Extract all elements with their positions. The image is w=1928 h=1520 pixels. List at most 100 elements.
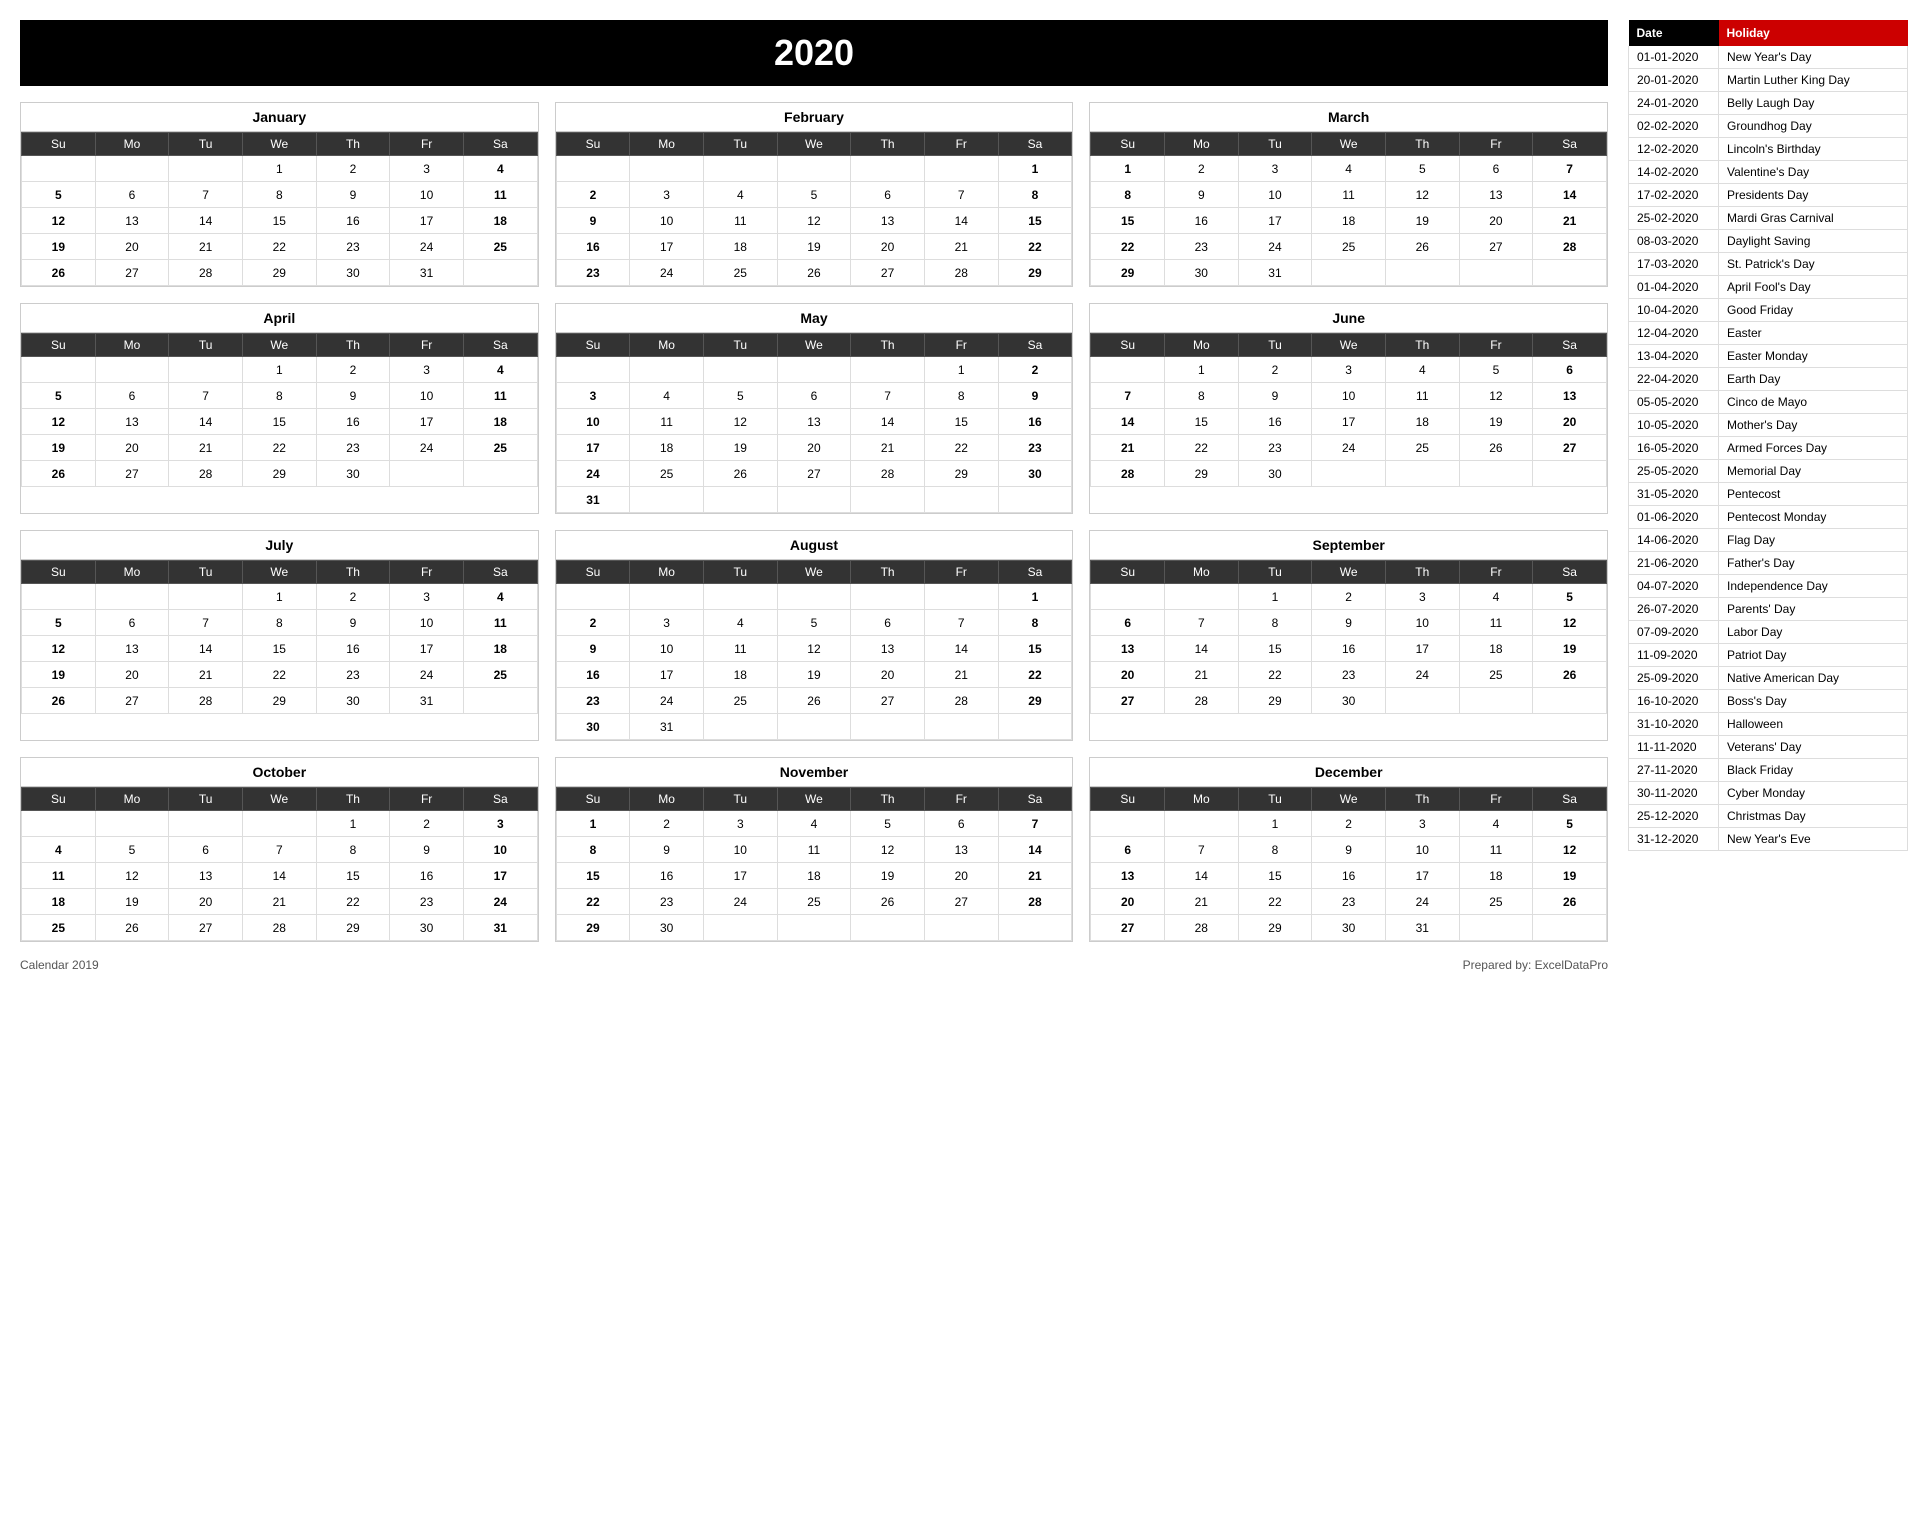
month-name: December bbox=[1090, 758, 1607, 787]
holiday-date: 05-05-2020 bbox=[1629, 391, 1719, 414]
day-header: Mo bbox=[1164, 561, 1238, 584]
day-header: Su bbox=[1091, 788, 1165, 811]
calendar-day: 5 bbox=[22, 383, 96, 409]
day-header: Tu bbox=[169, 788, 243, 811]
holiday-name: Patriot Day bbox=[1719, 644, 1908, 667]
calendar-day bbox=[242, 811, 316, 837]
calendar-day: 13 bbox=[1533, 383, 1607, 409]
calendar-day: 10 bbox=[630, 636, 704, 662]
holiday-row: 31-12-2020New Year's Eve bbox=[1629, 828, 1908, 851]
day-header: Mo bbox=[1164, 334, 1238, 357]
month-name: November bbox=[556, 758, 1073, 787]
day-header: We bbox=[1312, 133, 1386, 156]
calendar-day: 17 bbox=[556, 435, 630, 461]
holiday-row: 05-05-2020Cinco de Mayo bbox=[1629, 391, 1908, 414]
calendar-day bbox=[851, 584, 925, 610]
calendar-day: 24 bbox=[703, 889, 777, 915]
calendar-day: 11 bbox=[463, 182, 537, 208]
calendar-day: 3 bbox=[390, 584, 464, 610]
holiday-date: 31-10-2020 bbox=[1629, 713, 1719, 736]
holiday-date: 02-02-2020 bbox=[1629, 115, 1719, 138]
calendar-day: 6 bbox=[169, 837, 243, 863]
calendar-day: 11 bbox=[463, 383, 537, 409]
day-header: Th bbox=[1385, 561, 1459, 584]
calendar-day: 26 bbox=[1459, 435, 1533, 461]
calendar-day bbox=[1312, 260, 1386, 286]
month-name: August bbox=[556, 531, 1073, 560]
month-table: SuMoTuWeThFrSa12345678910111213141516171… bbox=[21, 787, 538, 941]
calendar-day bbox=[924, 584, 998, 610]
month-block-december: DecemberSuMoTuWeThFrSa123456789101112131… bbox=[1089, 757, 1608, 942]
calendar-day: 7 bbox=[1164, 610, 1238, 636]
day-header: Tu bbox=[1238, 133, 1312, 156]
calendar-day: 5 bbox=[22, 182, 96, 208]
calendar-day: 4 bbox=[703, 610, 777, 636]
calendar-day: 19 bbox=[1385, 208, 1459, 234]
calendar-day: 14 bbox=[1533, 182, 1607, 208]
calendar-day: 1 bbox=[924, 357, 998, 383]
calendar-day: 15 bbox=[1238, 636, 1312, 662]
calendar-day: 13 bbox=[924, 837, 998, 863]
day-header: Sa bbox=[998, 561, 1072, 584]
holiday-date: 24-01-2020 bbox=[1629, 92, 1719, 115]
calendar-day bbox=[1459, 260, 1533, 286]
calendar-day bbox=[1091, 357, 1165, 383]
holiday-row: 01-04-2020April Fool's Day bbox=[1629, 276, 1908, 299]
holiday-row: 14-06-2020Flag Day bbox=[1629, 529, 1908, 552]
month-block-october: OctoberSuMoTuWeThFrSa1234567891011121314… bbox=[20, 757, 539, 942]
holiday-date: 16-10-2020 bbox=[1629, 690, 1719, 713]
calendar-day: 2 bbox=[390, 811, 464, 837]
calendar-day: 1 bbox=[1238, 811, 1312, 837]
calendar-day: 31 bbox=[1385, 915, 1459, 941]
month-table: SuMoTuWeThFrSa12345678910111213141516171… bbox=[1090, 132, 1607, 286]
calendar-day bbox=[169, 584, 243, 610]
calendar-day: 1 bbox=[998, 584, 1072, 610]
calendar-day: 7 bbox=[169, 383, 243, 409]
calendar-day: 30 bbox=[1312, 915, 1386, 941]
day-header: We bbox=[242, 788, 316, 811]
calendar-day: 5 bbox=[777, 182, 851, 208]
day-header: Sa bbox=[998, 788, 1072, 811]
calendar-day: 14 bbox=[1164, 636, 1238, 662]
calendar-day: 17 bbox=[703, 863, 777, 889]
day-header: Sa bbox=[463, 334, 537, 357]
holiday-date: 31-05-2020 bbox=[1629, 483, 1719, 506]
calendar-day: 7 bbox=[1164, 837, 1238, 863]
calendar-day: 25 bbox=[463, 662, 537, 688]
calendar-day: 21 bbox=[924, 662, 998, 688]
calendar-day: 19 bbox=[22, 234, 96, 260]
calendar-day bbox=[998, 714, 1072, 740]
calendar-day: 25 bbox=[1312, 234, 1386, 260]
holiday-row: 27-11-2020Black Friday bbox=[1629, 759, 1908, 782]
calendar-day: 1 bbox=[242, 584, 316, 610]
day-header: Sa bbox=[998, 133, 1072, 156]
calendar-day: 8 bbox=[316, 837, 390, 863]
holiday-date: 11-11-2020 bbox=[1629, 736, 1719, 759]
calendar-day: 22 bbox=[1238, 662, 1312, 688]
calendar-day: 2 bbox=[1164, 156, 1238, 182]
calendar-day bbox=[924, 714, 998, 740]
calendar-day: 12 bbox=[22, 636, 96, 662]
holiday-col-holiday: Holiday bbox=[1719, 20, 1908, 46]
calendar-day: 3 bbox=[390, 357, 464, 383]
day-header: Mo bbox=[630, 334, 704, 357]
calendar-day: 14 bbox=[169, 409, 243, 435]
holiday-row: 01-06-2020Pentecost Monday bbox=[1629, 506, 1908, 529]
calendar-day bbox=[1533, 688, 1607, 714]
calendar-day: 21 bbox=[1164, 889, 1238, 915]
calendar-day: 17 bbox=[1385, 863, 1459, 889]
holiday-date: 30-11-2020 bbox=[1629, 782, 1719, 805]
holiday-row: 31-10-2020Halloween bbox=[1629, 713, 1908, 736]
day-header: Fr bbox=[390, 334, 464, 357]
calendar-day: 17 bbox=[390, 409, 464, 435]
calendar-section: 2020 JanuarySuMoTuWeThFrSa12345678910111… bbox=[20, 20, 1608, 972]
calendar-day: 27 bbox=[924, 889, 998, 915]
day-header: Th bbox=[851, 334, 925, 357]
day-header: We bbox=[242, 334, 316, 357]
calendar-day: 14 bbox=[169, 208, 243, 234]
holiday-section: Date Holiday 01-01-2020New Year's Day20-… bbox=[1628, 20, 1908, 972]
day-header: Su bbox=[22, 133, 96, 156]
calendar-day: 18 bbox=[1385, 409, 1459, 435]
calendar-day: 1 bbox=[998, 156, 1072, 182]
holiday-date: 17-02-2020 bbox=[1629, 184, 1719, 207]
